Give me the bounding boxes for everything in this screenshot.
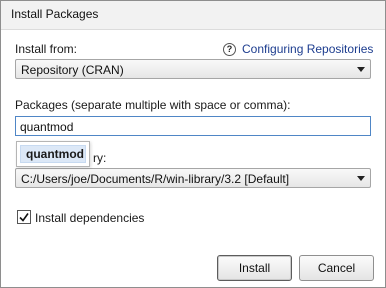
title-bar: Install Packages bbox=[1, 1, 385, 30]
packages-input-value: quantmod bbox=[20, 120, 74, 134]
library-value: C:/Users/joe/Documents/R/win-library/3.2… bbox=[21, 172, 290, 186]
install-from-label: Install from: bbox=[15, 42, 78, 56]
install-button[interactable]: Install bbox=[217, 255, 292, 281]
autocomplete-item[interactable]: quantmod bbox=[20, 145, 86, 163]
cancel-button[interactable]: Cancel bbox=[299, 255, 374, 281]
packages-input[interactable]: quantmod bbox=[15, 116, 371, 136]
library-select[interactable]: C:/Users/joe/Documents/R/win-library/3.2… bbox=[15, 168, 371, 188]
install-from-select[interactable]: Repository (CRAN) bbox=[15, 59, 371, 79]
install-packages-dialog: Install Packages Install from: ? Configu… bbox=[0, 0, 386, 288]
dialog-title: Install Packages bbox=[11, 7, 99, 21]
install-dependencies-label[interactable]: Install dependencies bbox=[35, 211, 144, 225]
autocomplete-popup: quantmod bbox=[16, 141, 90, 167]
check-icon bbox=[19, 213, 29, 222]
install-to-library-label: ry: bbox=[93, 151, 107, 165]
help-icon[interactable]: ? bbox=[223, 42, 236, 56]
configuring-repositories-link[interactable]: Configuring Repositories bbox=[242, 42, 373, 56]
chevron-down-icon bbox=[357, 67, 365, 72]
chevron-down-icon bbox=[357, 176, 365, 181]
install-dependencies-checkbox[interactable] bbox=[17, 210, 31, 224]
install-from-value: Repository (CRAN) bbox=[21, 63, 124, 77]
help-group: ? Configuring Repositories bbox=[223, 41, 373, 57]
packages-label: Packages (separate multiple with space o… bbox=[15, 98, 291, 112]
